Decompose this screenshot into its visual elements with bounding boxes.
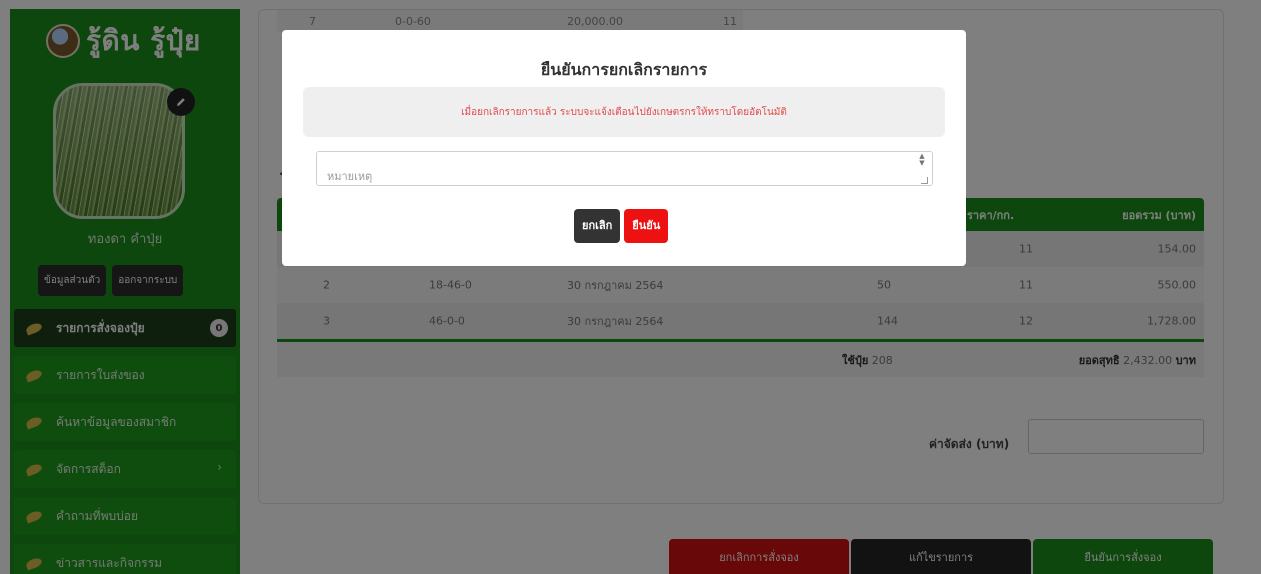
resize-grip-icon[interactable] — [921, 177, 928, 184]
spinner-icon[interactable]: ▲ ▼ — [916, 153, 928, 167]
note-field[interactable] — [316, 151, 933, 186]
warning-alert: เมื่อยกเลิกรายการแล้ว ระบบจะแจ้งเตือนไปย… — [303, 87, 945, 137]
cancel-confirm-dialog: ยืนยันการยกเลิกรายการ เมื่อยกเลิกรายการแ… — [282, 30, 966, 266]
dialog-title: ยืนยันการยกเลิกรายการ — [540, 60, 708, 79]
dialog-cancel-button[interactable]: ยกเลิก — [574, 209, 621, 243]
dialog-confirm-button[interactable]: ยืนยัน — [624, 209, 669, 243]
